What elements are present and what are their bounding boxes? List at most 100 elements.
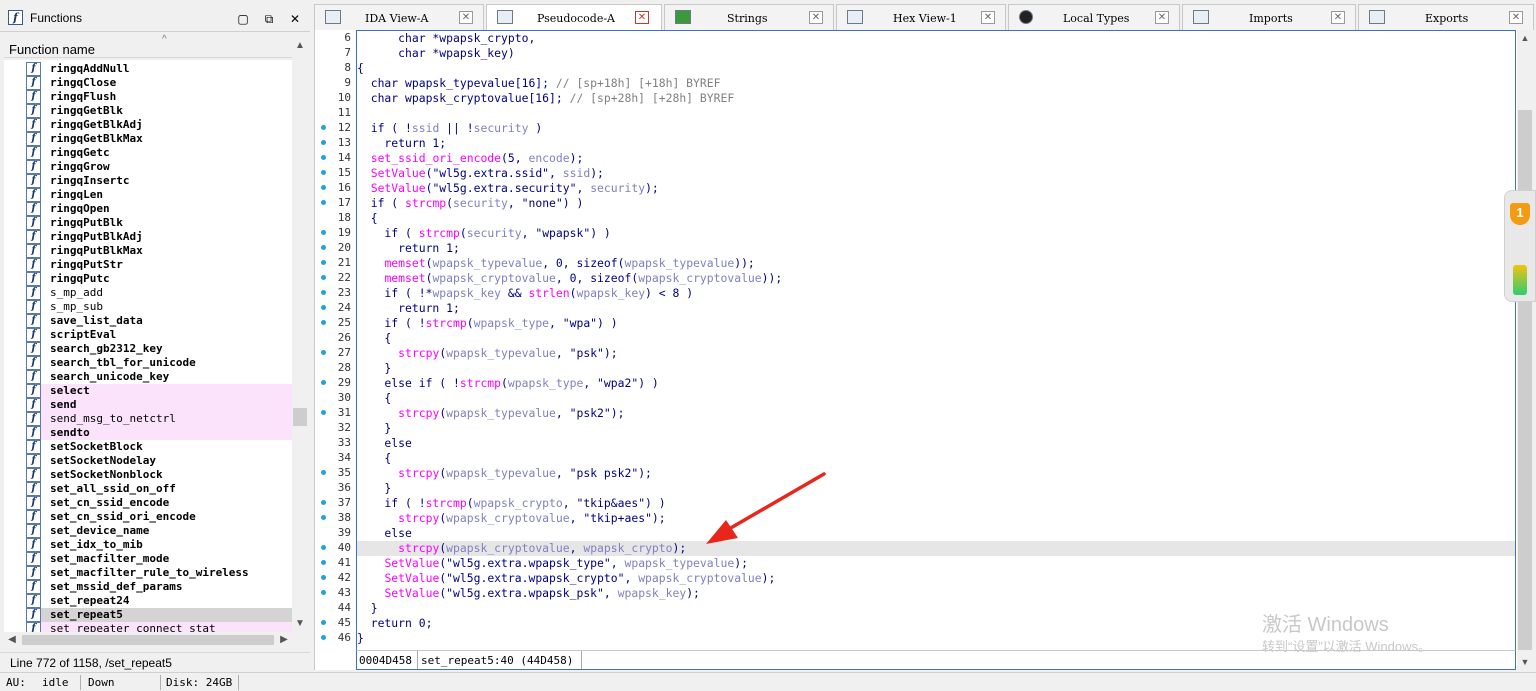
code-line[interactable]: { bbox=[357, 211, 1515, 226]
breakpoint-dot-icon[interactable] bbox=[321, 380, 326, 385]
code-line[interactable]: strcpy(wpapsk_typevalue, "psk psk2"); bbox=[357, 466, 1515, 481]
function-list-item[interactable]: f set_macfilter_mode bbox=[26, 552, 292, 566]
scroll-down-icon[interactable]: ▼ bbox=[1517, 654, 1533, 670]
code-line[interactable]: char *wpapsk_crypto, bbox=[357, 31, 1515, 46]
scroll-up-icon[interactable]: ▲ bbox=[1517, 30, 1533, 46]
tab-exports[interactable]: Exports ✕ bbox=[1358, 4, 1534, 30]
function-list-item[interactable]: f set_repeat5 bbox=[26, 608, 292, 622]
breakpoint-dot-icon[interactable] bbox=[321, 635, 326, 640]
code-line[interactable]: if ( !*wpapsk_key && strlen(wpapsk_key) … bbox=[357, 286, 1515, 301]
function-name-column-header[interactable]: Function name ^ bbox=[4, 34, 293, 58]
function-list-vertical-scrollbar[interactable]: ▲ ▼ bbox=[292, 38, 308, 632]
code-line[interactable]: return 1; bbox=[357, 136, 1515, 151]
function-list-item[interactable]: f ringqGrow bbox=[26, 160, 292, 174]
code-line[interactable]: strcpy(wpapsk_cryptovalue, "tkip+aes"); bbox=[357, 511, 1515, 526]
function-list-item[interactable]: f ringqPutBlk bbox=[26, 216, 292, 230]
breakpoint-dot-icon[interactable] bbox=[321, 155, 326, 160]
function-list-item[interactable]: f set_cn_ssid_encode bbox=[26, 496, 292, 510]
breakpoint-dot-icon[interactable] bbox=[321, 125, 326, 130]
code-line[interactable]: strcpy(wpapsk_typevalue, "psk"); bbox=[357, 346, 1515, 361]
code-line[interactable]: if ( !strcmp(wpapsk_type, "wpa") ) bbox=[357, 316, 1515, 331]
code-line[interactable]: if ( strcmp(security, "none") ) bbox=[357, 196, 1515, 211]
function-list-item[interactable]: f ringqAddNull bbox=[26, 62, 292, 76]
code-line[interactable]: strcpy(wpapsk_cryptovalue, wpapsk_crypto… bbox=[357, 541, 1515, 556]
tab-pseudocode-a[interactable]: Pseudocode-A ✕ bbox=[486, 4, 662, 31]
scroll-right-icon[interactable]: ▶ bbox=[276, 632, 292, 648]
breakpoint-dot-icon[interactable] bbox=[321, 590, 326, 595]
restore-icon[interactable]: ⧉ bbox=[262, 12, 276, 26]
code-line[interactable]: SetValue("wl5g.extra.ssid", ssid); bbox=[357, 166, 1515, 181]
breakpoint-dot-icon[interactable] bbox=[321, 410, 326, 415]
function-list-item[interactable]: f search_gb2312_key bbox=[26, 342, 292, 356]
breakpoint-dot-icon[interactable] bbox=[321, 230, 326, 235]
code-line[interactable]: SetValue("wl5g.extra.security", security… bbox=[357, 181, 1515, 196]
function-list-item[interactable]: f send_msg_to_netctrl bbox=[26, 412, 292, 426]
code-line[interactable]: { bbox=[357, 61, 1515, 76]
tab-hex-view-1[interactable]: Hex View-1 ✕ bbox=[836, 4, 1006, 30]
breakpoint-dot-icon[interactable] bbox=[321, 560, 326, 565]
function-list-horizontal-scrollbar[interactable]: ◀ ▶ bbox=[4, 632, 292, 648]
function-list-item[interactable]: f set_idx_to_mib bbox=[26, 538, 292, 552]
code-line[interactable]: } bbox=[357, 361, 1515, 376]
breakpoint-dot-icon[interactable] bbox=[321, 140, 326, 145]
breakpoint-dot-icon[interactable] bbox=[321, 470, 326, 475]
function-list-item[interactable]: f select bbox=[26, 384, 292, 398]
code-line[interactable]: if ( !strcmp(wpapsk_crypto, "tkip&aes") … bbox=[357, 496, 1515, 511]
code-line[interactable] bbox=[357, 106, 1515, 121]
breakpoint-dot-icon[interactable] bbox=[321, 170, 326, 175]
breakpoint-dot-icon[interactable] bbox=[321, 185, 326, 190]
breakpoint-dot-icon[interactable] bbox=[321, 305, 326, 310]
scroll-up-icon[interactable]: ▲ bbox=[292, 38, 308, 54]
tab-ida-view-a[interactable]: IDA View-A ✕ bbox=[314, 4, 484, 30]
breakpoint-dot-icon[interactable] bbox=[321, 620, 326, 625]
function-list-item[interactable]: f setSocketNodelay bbox=[26, 454, 292, 468]
tab-strings[interactable]: Strings ✕ bbox=[664, 4, 834, 30]
code-line[interactable]: memset(wpapsk_cryptovalue, 0, sizeof(wpa… bbox=[357, 271, 1515, 286]
code-line[interactable]: char wpapsk_cryptovalue[16]; // [sp+28h]… bbox=[357, 91, 1515, 106]
function-list-item[interactable]: f ringqInsertc bbox=[26, 174, 292, 188]
function-list-item[interactable]: f s_mp_add bbox=[26, 286, 292, 300]
floating-side-widget[interactable]: 1 bbox=[1504, 190, 1536, 302]
code-line[interactable]: return 1; bbox=[357, 301, 1515, 316]
code-line[interactable]: else if ( !strcmp(wpapsk_type, "wpa2") ) bbox=[357, 376, 1515, 391]
close-icon[interactable]: ✕ bbox=[981, 11, 995, 24]
code-line[interactable]: } bbox=[357, 481, 1515, 496]
function-list-item[interactable]: f set_repeat24 bbox=[26, 594, 292, 608]
breakpoint-dot-icon[interactable] bbox=[321, 350, 326, 355]
function-list-item[interactable]: f ringqGetBlkAdj bbox=[26, 118, 292, 132]
code-line[interactable]: } bbox=[357, 421, 1515, 436]
scrollbar-thumb[interactable] bbox=[22, 635, 274, 645]
function-list-item[interactable]: f ringqPutc bbox=[26, 272, 292, 286]
pseudocode-text[interactable]: char *wpapsk_crypto, char *wpapsk_key){ … bbox=[356, 30, 1516, 650]
code-line[interactable]: if ( strcmp(security, "wpapsk") ) bbox=[357, 226, 1515, 241]
function-list-item[interactable]: f set_cn_ssid_ori_encode bbox=[26, 510, 292, 524]
tab-imports[interactable]: Imports ✕ bbox=[1182, 4, 1356, 30]
function-list[interactable]: f ringqAddNull f ringqClose f ringqFlush f ring… bbox=[4, 60, 292, 632]
function-list-item[interactable]: f setSocketBlock bbox=[26, 440, 292, 454]
code-line[interactable]: else bbox=[357, 436, 1515, 451]
breakpoint-dot-icon[interactable] bbox=[321, 260, 326, 265]
code-line[interactable]: { bbox=[357, 391, 1515, 406]
function-list-item[interactable]: f setSocketNonblock bbox=[26, 468, 292, 482]
function-list-item[interactable]: f sendto bbox=[26, 426, 292, 440]
scroll-down-icon[interactable]: ▼ bbox=[292, 616, 308, 632]
function-list-item[interactable]: f set_macfilter_rule_to_wireless bbox=[26, 566, 292, 580]
function-list-item[interactable]: f ringqLen bbox=[26, 188, 292, 202]
scrollbar-thumb[interactable] bbox=[293, 408, 307, 426]
function-list-item[interactable]: f set_device_name bbox=[26, 524, 292, 538]
code-line[interactable]: char wpapsk_typevalue[16]; // [sp+18h] [… bbox=[357, 76, 1515, 91]
breakpoint-dot-icon[interactable] bbox=[321, 320, 326, 325]
close-icon[interactable]: ✕ bbox=[635, 11, 649, 24]
function-list-item[interactable]: f ringqOpen bbox=[26, 202, 292, 216]
function-list-item[interactable]: f s_mp_sub bbox=[26, 300, 292, 314]
breakpoint-dot-icon[interactable] bbox=[321, 290, 326, 295]
function-list-item[interactable]: f send bbox=[26, 398, 292, 412]
function-list-item[interactable]: f set_mssid_def_params bbox=[26, 580, 292, 594]
breakpoint-dot-icon[interactable] bbox=[321, 500, 326, 505]
scroll-left-icon[interactable]: ◀ bbox=[4, 632, 20, 648]
code-line[interactable]: { bbox=[357, 331, 1515, 346]
function-list-item[interactable]: f ringqPutBlkAdj bbox=[26, 230, 292, 244]
code-line[interactable]: { bbox=[357, 451, 1515, 466]
function-list-item[interactable]: f search_unicode_key bbox=[26, 370, 292, 384]
breakpoint-dot-icon[interactable] bbox=[321, 545, 326, 550]
